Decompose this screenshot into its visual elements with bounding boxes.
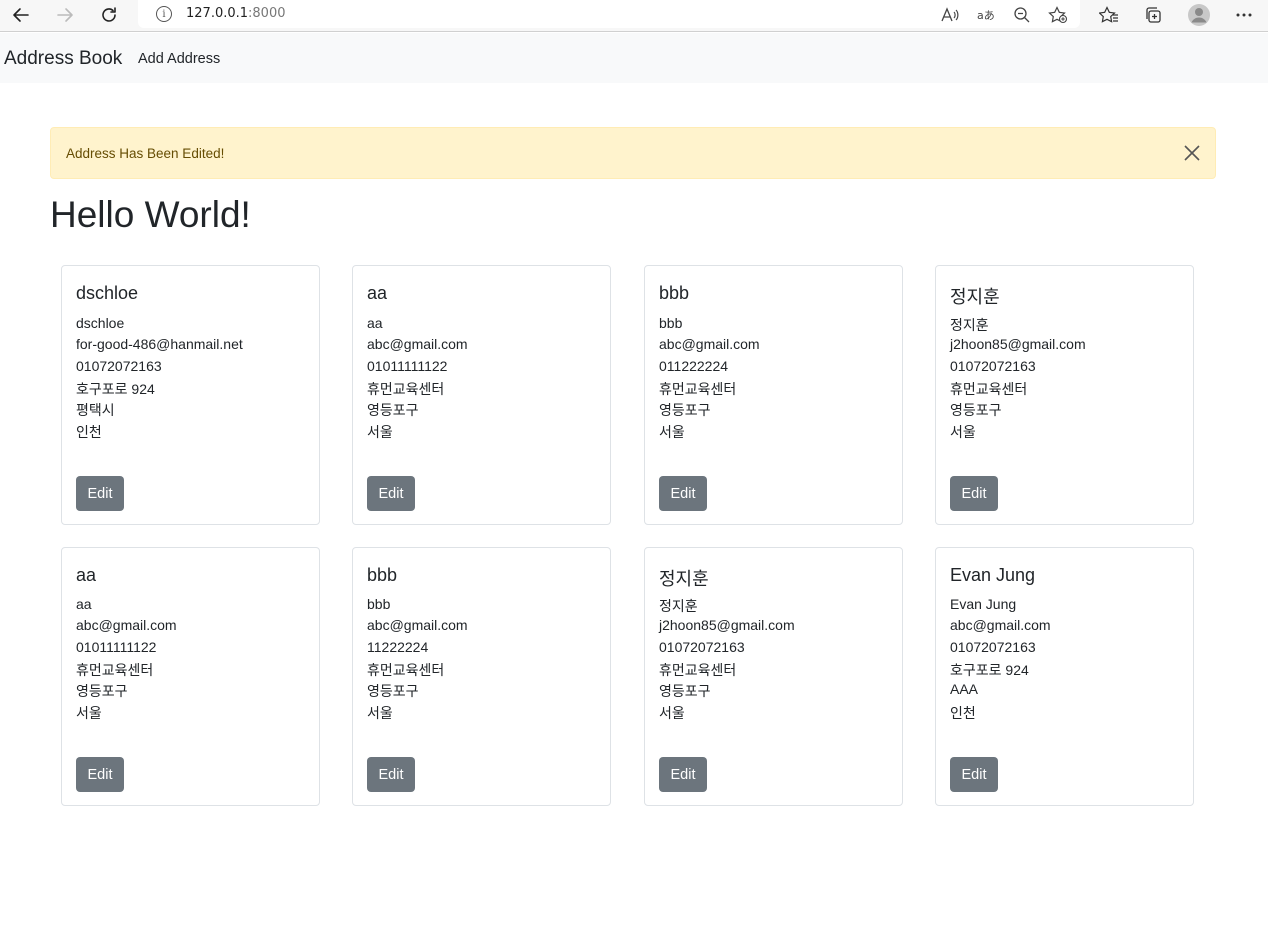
card-district: 영등포구 [367,402,419,418]
card-district: 영등포구 [76,683,128,699]
card-city: 인천 [76,424,102,440]
address-card: 정지훈 정지훈 j2hoon85@gmail.com 01072072163 휴… [644,547,903,806]
card-email: abc@gmail.com [76,617,177,633]
edit-button[interactable]: Edit [76,476,124,511]
card-district: 영등포구 [659,402,711,418]
card-title: dschloe [76,283,139,303]
read-aloud-icon[interactable] [936,1,964,29]
card-email: abc@gmail.com [950,617,1051,633]
edit-button[interactable]: Edit [367,757,415,792]
card-street: 휴먼교육센터 [76,662,154,678]
translate-icon[interactable]: aあ [972,1,1000,29]
close-icon[interactable] [1183,144,1201,162]
card-name: dschloe [76,315,125,331]
card-title: bbb [367,565,398,585]
card-name: 정지훈 [659,598,698,614]
card-name: aa [76,596,92,612]
card-phone: 01072072163 [659,639,745,655]
card-phone: 01072072163 [76,358,162,374]
card-street: 휴먼교육센터 [950,381,1028,397]
edit-button[interactable]: Edit [950,476,998,511]
refresh-icon[interactable] [94,1,124,29]
card-street: 휴먼교육센터 [367,381,445,397]
address-card: aa aa abc@gmail.com 01011111122 휴먼교육센터 영… [61,547,320,806]
card-phone: 01072072163 [950,358,1036,374]
card-title: 정지훈 [950,287,1000,307]
card-district: 영등포구 [367,683,419,699]
card-title: bbb [659,283,690,303]
card-street: 휴먼교육센터 [367,662,445,678]
navbar-brand[interactable]: Address Book [4,48,122,70]
card-email: j2hoon85@gmail.com [950,336,1086,352]
browser-toolbar: i 127.0.0.1:8000 aあ [0,0,1268,32]
page-title: Hello World! [50,194,251,235]
card-city: 서울 [659,705,685,721]
card-district: AAA [950,681,979,697]
svg-text:aあ: aあ [977,9,995,22]
card-city: 서울 [367,424,393,440]
card-street: 휴먼교육센터 [659,662,737,678]
collections-icon[interactable] [1139,1,1167,29]
card-district: 영등포구 [950,402,1002,418]
forward-icon[interactable] [50,1,80,29]
edit-button[interactable]: Edit [76,757,124,792]
card-phone: 011222224 [659,358,729,374]
card-email: abc@gmail.com [367,336,468,352]
card-email: abc@gmail.com [367,617,468,633]
card-street: 휴먼교육센터 [659,381,737,397]
card-email: for-good-486@hanmail.net [76,336,243,352]
card-name: 정지훈 [950,317,989,333]
alert-message: Address Has Been Edited! [66,146,225,161]
card-district: 영등포구 [659,683,711,699]
edit-button[interactable]: Edit [659,476,707,511]
address-card: bbb bbb abc@gmail.com 11222224 휴먼교육센터 영등… [352,547,611,806]
edited-alert: Address Has Been Edited! [50,127,1216,179]
address-card: bbb bbb abc@gmail.com 011222224 휴먼교육센터 영… [644,265,903,525]
url-text[interactable]: 127.0.0.1:8000 [186,6,286,21]
card-phone: 01072072163 [950,639,1036,655]
card-title: aa [367,283,388,303]
address-card: aa aa abc@gmail.com 01011111122 휴먼교육센터 영… [352,265,611,525]
add-favorite-icon[interactable] [1044,1,1072,29]
card-city: 서울 [367,705,393,721]
card-email: abc@gmail.com [659,336,760,352]
more-menu-icon[interactable] [1230,1,1258,29]
navbar: Address Book Add Address [0,33,1268,83]
card-street: 호구포로 924 [950,662,1029,678]
profile-avatar-icon[interactable] [1185,1,1213,29]
card-name: bbb [367,596,391,612]
card-city: 인천 [950,705,976,721]
card-name: Evan Jung [950,596,1017,612]
add-address-link[interactable]: Add Address [138,51,220,67]
address-bar[interactable]: i 127.0.0.1:8000 aあ [138,0,1080,28]
back-icon[interactable] [6,1,36,29]
card-phone: 11222224 [367,639,429,655]
card-phone: 01011111122 [76,639,157,655]
card-city: 서울 [950,424,976,440]
card-title: aa [76,565,97,585]
info-icon[interactable]: i [156,6,172,22]
favorites-icon[interactable] [1095,1,1123,29]
card-title: Evan Jung [950,565,1036,585]
zoom-out-icon[interactable] [1008,1,1036,29]
card-email: j2hoon85@gmail.com [659,617,795,633]
address-card: dschloe dschloe for-good-486@hanmail.net… [61,265,320,525]
edit-button[interactable]: Edit [659,757,707,792]
card-street: 호구포로 924 [76,381,155,397]
card-name: bbb [659,315,683,331]
card-district: 평택시 [76,402,115,418]
address-card: Evan Jung Evan Jung abc@gmail.com 010720… [935,547,1194,806]
edit-button[interactable]: Edit [950,757,998,792]
card-phone: 01011111122 [367,358,448,374]
address-card: 정지훈 정지훈 j2hoon85@gmail.com 01072072163 휴… [935,265,1194,525]
card-title: 정지훈 [659,569,709,589]
edit-button[interactable]: Edit [367,476,415,511]
card-name: aa [367,315,383,331]
card-city: 서울 [76,705,102,721]
card-city: 서울 [659,424,685,440]
